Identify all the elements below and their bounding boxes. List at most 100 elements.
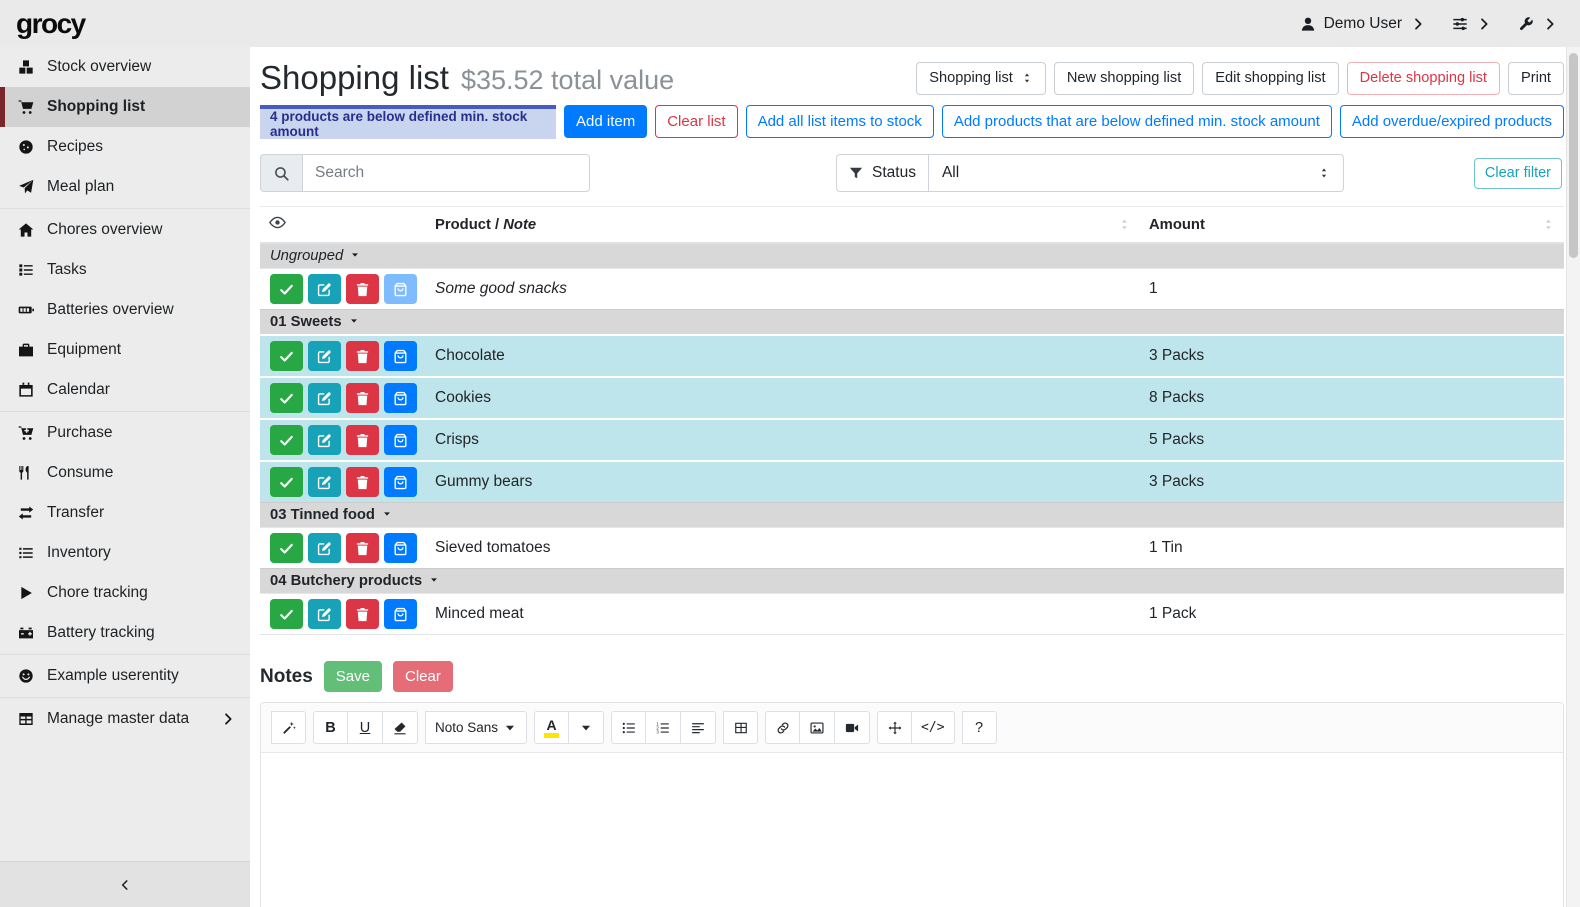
sidebar-item-stock-overview[interactable]: Stock overview bbox=[0, 47, 250, 87]
edit-button[interactable] bbox=[308, 467, 341, 497]
product-group-header[interactable]: 01 Sweets bbox=[260, 310, 1564, 336]
sidebar-item-manage-master-data[interactable]: Manage master data bbox=[0, 699, 250, 739]
insert-picture-button[interactable] bbox=[800, 711, 835, 744]
amount-column-header[interactable]: Amount bbox=[1140, 207, 1564, 244]
add-to-stock-button[interactable] bbox=[384, 341, 417, 371]
edit-button[interactable] bbox=[308, 599, 341, 629]
edit-button[interactable] bbox=[308, 341, 341, 371]
notes-editor-body[interactable] bbox=[261, 753, 1563, 907]
add-overdue-button[interactable]: Add overdue/expired products bbox=[1340, 105, 1564, 138]
edit-button[interactable] bbox=[308, 425, 341, 455]
code-view-button[interactable]: </> bbox=[912, 711, 954, 744]
edit-shopping-list-button[interactable]: Edit shopping list bbox=[1202, 62, 1338, 95]
delete-button[interactable] bbox=[346, 533, 379, 563]
add-to-stock-button[interactable] bbox=[384, 533, 417, 563]
sidebar-divider bbox=[0, 654, 250, 655]
done-button[interactable] bbox=[270, 274, 303, 304]
print-button[interactable]: Print bbox=[1508, 62, 1564, 95]
add-below-min-stock-button[interactable]: Add products that are below defined min.… bbox=[942, 105, 1332, 138]
done-button[interactable] bbox=[270, 533, 303, 563]
home-icon bbox=[15, 222, 36, 238]
user-menu[interactable]: Demo User bbox=[1300, 15, 1426, 33]
product-amount: 3 Packs bbox=[1140, 461, 1564, 503]
new-shopping-list-button[interactable]: New shopping list bbox=[1054, 62, 1194, 95]
delete-button[interactable] bbox=[346, 274, 379, 304]
sidebar-item-consume[interactable]: Consume bbox=[0, 453, 250, 493]
add-to-stock-button[interactable] bbox=[384, 383, 417, 413]
add-to-stock-button[interactable] bbox=[384, 467, 417, 497]
sidebar-item-transfer[interactable]: Transfer bbox=[0, 493, 250, 533]
notes-save-button[interactable]: Save bbox=[324, 661, 382, 692]
ordered-list-button[interactable]: 123 bbox=[646, 711, 681, 744]
edit-button[interactable] bbox=[308, 533, 341, 563]
visibility-column-header[interactable] bbox=[260, 207, 426, 244]
sidebar-item-tasks[interactable]: Tasks bbox=[0, 250, 250, 290]
sidebar-item-example-userentity[interactable]: Example userentity bbox=[0, 656, 250, 696]
sidebar-item-meal-plan[interactable]: Meal plan bbox=[0, 167, 250, 207]
product-group-header[interactable]: 03 Tinned food bbox=[260, 503, 1564, 528]
sidebar-item-chores-overview[interactable]: Chores overview bbox=[0, 210, 250, 250]
help-button[interactable]: ? bbox=[962, 711, 997, 744]
edit-button[interactable] bbox=[308, 383, 341, 413]
add-to-stock-button[interactable] bbox=[384, 274, 417, 304]
sidebar-item-chore-tracking[interactable]: Chore tracking bbox=[0, 573, 250, 613]
product-group-header[interactable]: Ungrouped bbox=[260, 243, 1564, 269]
sidebar-item-calendar[interactable]: Calendar bbox=[0, 370, 250, 410]
underline-button[interactable]: U bbox=[348, 711, 383, 744]
unordered-list-button[interactable] bbox=[611, 711, 646, 744]
sidebar-collapse-button[interactable] bbox=[0, 861, 250, 907]
delete-button[interactable] bbox=[346, 467, 379, 497]
done-button[interactable] bbox=[270, 341, 303, 371]
delete-button[interactable] bbox=[346, 425, 379, 455]
insert-link-button[interactable] bbox=[765, 711, 800, 744]
add-to-stock-button[interactable] bbox=[384, 599, 417, 629]
shopping-list-selector[interactable]: Shopping list bbox=[916, 62, 1046, 95]
fullscreen-button[interactable] bbox=[877, 711, 912, 744]
sidebar-item-recipes[interactable]: Recipes bbox=[0, 127, 250, 167]
sidebar-item-inventory[interactable]: Inventory bbox=[0, 533, 250, 573]
sidebar-item-purchase[interactable]: Purchase bbox=[0, 413, 250, 453]
delete-button[interactable] bbox=[346, 341, 379, 371]
notes-clear-button[interactable]: Clear bbox=[393, 661, 453, 692]
text-color-caret-button[interactable] bbox=[569, 711, 604, 744]
clear-filter-button[interactable]: Clear filter bbox=[1474, 158, 1562, 189]
delete-shopping-list-button[interactable]: Delete shopping list bbox=[1347, 62, 1500, 95]
sidebar-item-battery-tracking[interactable]: Battery tracking bbox=[0, 613, 250, 653]
sidebar-item-shopping-list[interactable]: Shopping list bbox=[0, 87, 250, 127]
font-family-select[interactable]: Noto Sans bbox=[425, 711, 527, 744]
add-all-to-stock-button[interactable]: Add all list items to stock bbox=[746, 105, 934, 138]
add-to-stock-button[interactable] bbox=[384, 425, 417, 455]
bold-button[interactable]: B bbox=[313, 711, 348, 744]
min-stock-alert[interactable]: 4 products are below defined min. stock … bbox=[260, 105, 556, 139]
admin-menu[interactable] bbox=[1518, 16, 1558, 32]
sidebar-item-batteries-overview[interactable]: Batteries overview bbox=[0, 290, 250, 330]
delete-button[interactable] bbox=[346, 383, 379, 413]
editor-button-group: 123 bbox=[611, 711, 716, 744]
edit-button[interactable] bbox=[308, 274, 341, 304]
settings-menu[interactable] bbox=[1452, 16, 1492, 32]
scrollbar-thumb[interactable] bbox=[1569, 53, 1578, 258]
insert-video-button[interactable] bbox=[835, 711, 870, 744]
app-logo[interactable]: grocy bbox=[16, 8, 85, 40]
trash-icon bbox=[355, 607, 370, 622]
insert-table-button[interactable] bbox=[723, 711, 758, 744]
search-button[interactable] bbox=[260, 154, 302, 192]
style-magic-button[interactable] bbox=[271, 711, 306, 744]
delete-button[interactable] bbox=[346, 599, 379, 629]
add-item-button[interactable]: Add item bbox=[564, 105, 647, 138]
done-button[interactable] bbox=[270, 599, 303, 629]
product-column-header[interactable]: Product / Note bbox=[426, 207, 1140, 244]
scrollbar[interactable] bbox=[1566, 47, 1580, 907]
search-input[interactable] bbox=[302, 154, 590, 192]
done-button[interactable] bbox=[270, 425, 303, 455]
paragraph-style-button[interactable] bbox=[681, 711, 716, 744]
remove-format-button[interactable] bbox=[383, 711, 418, 744]
play-icon bbox=[15, 585, 36, 601]
product-group-header[interactable]: 04 Butchery products bbox=[260, 569, 1564, 594]
text-color-button[interactable]: A bbox=[534, 711, 569, 744]
done-button[interactable] bbox=[270, 383, 303, 413]
status-filter-select[interactable]: All bbox=[928, 154, 1344, 192]
sidebar-item-equipment[interactable]: Equipment bbox=[0, 330, 250, 370]
done-button[interactable] bbox=[270, 467, 303, 497]
clear-list-button[interactable]: Clear list bbox=[655, 105, 737, 138]
